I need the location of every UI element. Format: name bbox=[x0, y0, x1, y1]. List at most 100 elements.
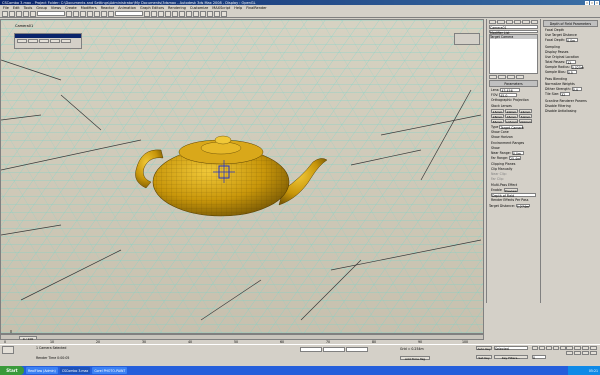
menu-graph-editors[interactable]: Graph Editors bbox=[140, 6, 164, 10]
menu-animation[interactable]: Animation bbox=[118, 6, 136, 10]
utilities-tab-icon[interactable] bbox=[530, 20, 538, 24]
env-show-checkbox[interactable]: Show bbox=[491, 146, 536, 150]
target-distance-field[interactable]: 1.274m bbox=[515, 203, 530, 209]
pivot-icon[interactable] bbox=[144, 10, 150, 17]
show-horizon-checkbox[interactable]: Show Horizon bbox=[491, 135, 536, 139]
z-coordinate-field[interactable] bbox=[346, 347, 368, 352]
time-slider[interactable]: 0 / 100 bbox=[19, 335, 37, 341]
effect-dropdown[interactable]: Depth of Field bbox=[491, 193, 536, 198]
menu-group[interactable]: Group bbox=[36, 6, 47, 10]
floating-toolbar-title[interactable] bbox=[15, 34, 81, 38]
sample-radius-field[interactable]: 0.025m bbox=[570, 65, 584, 70]
focal-depth-field[interactable]: 0.0m bbox=[566, 38, 579, 43]
parameters-rollout[interactable]: Parameters bbox=[489, 80, 538, 87]
lens-135mm-button[interactable]: 135mm bbox=[505, 119, 518, 124]
schematic-view-icon[interactable] bbox=[200, 10, 206, 17]
orthographic-checkbox[interactable]: Orthographic Projection bbox=[491, 98, 536, 102]
viewport-label[interactable]: Camera01 bbox=[15, 24, 33, 28]
far-range-field[interactable]: 25.4m bbox=[509, 156, 521, 161]
disable-antialiasing-checkbox[interactable]: Disable Antialiasing bbox=[545, 109, 596, 113]
menu-customize[interactable]: Customize bbox=[190, 6, 208, 10]
next-frame-icon[interactable] bbox=[553, 346, 559, 350]
menu-file[interactable]: File bbox=[3, 6, 9, 10]
curve-editor-icon[interactable] bbox=[193, 10, 199, 17]
modify-tab-icon[interactable] bbox=[497, 20, 505, 24]
menu-edit[interactable]: Edit bbox=[13, 6, 20, 10]
render-setup-icon[interactable] bbox=[214, 10, 220, 17]
total-passes-field[interactable]: 12 bbox=[566, 60, 577, 65]
zoom-extents-icon[interactable] bbox=[582, 346, 589, 350]
previous-frame-icon[interactable] bbox=[539, 346, 545, 350]
clip-manually-checkbox[interactable]: Clip Manually bbox=[491, 167, 536, 171]
key-filters-button[interactable]: Key Filters... bbox=[494, 355, 528, 360]
current-frame-field[interactable]: 0 bbox=[532, 355, 546, 360]
preview-button[interactable]: Preview bbox=[503, 188, 518, 193]
redo-icon[interactable] bbox=[9, 10, 15, 17]
floating-toolbar[interactable] bbox=[14, 33, 82, 49]
rotate-icon[interactable] bbox=[101, 10, 107, 17]
clock[interactable]: 05:21 bbox=[589, 369, 598, 373]
float-tool-3-icon[interactable] bbox=[39, 39, 49, 43]
add-time-tag-button[interactable]: Add Time Tag bbox=[400, 356, 430, 361]
show-end-result-icon[interactable] bbox=[498, 75, 506, 79]
menu-rendering[interactable]: Rendering bbox=[168, 6, 186, 10]
lens-50mm-button[interactable]: 50mm bbox=[519, 114, 532, 119]
make-unique-icon[interactable] bbox=[507, 75, 515, 79]
zoom-all-icon[interactable] bbox=[574, 346, 581, 350]
material-editor-icon[interactable] bbox=[207, 10, 213, 17]
y-coordinate-field[interactable] bbox=[323, 347, 345, 352]
lens-24mm-button[interactable]: 24mm bbox=[519, 109, 532, 114]
zoom-extents-all-icon[interactable] bbox=[590, 346, 597, 350]
lens-20mm-button[interactable]: 20mm bbox=[505, 109, 518, 114]
enable-checkbox[interactable]: Enable bbox=[491, 188, 502, 192]
maximize-button[interactable] bbox=[590, 0, 594, 5]
float-tool-1-icon[interactable] bbox=[17, 39, 27, 43]
dither-strength-field[interactable]: 0.4 bbox=[571, 87, 582, 92]
select-icon[interactable] bbox=[66, 10, 72, 17]
orbit-icon[interactable] bbox=[582, 351, 589, 355]
modifier-stack-item[interactable]: Target Camera bbox=[490, 35, 537, 39]
lens-15mm-button[interactable]: 15mm bbox=[491, 109, 504, 114]
rect-selection-icon[interactable] bbox=[80, 10, 86, 17]
menu-reactor[interactable]: Reactor bbox=[101, 6, 114, 10]
tile-size-field[interactable]: 32 bbox=[560, 92, 571, 97]
start-button[interactable]: Start bbox=[0, 366, 24, 375]
scale-icon[interactable] bbox=[108, 10, 114, 17]
angle-snap-icon[interactable] bbox=[158, 10, 164, 17]
close-button[interactable] bbox=[595, 0, 599, 5]
taskbar-item-photopaint[interactable]: Corel PHOTO-PAINT bbox=[92, 367, 128, 374]
menu-finalrender[interactable]: FinalRender bbox=[246, 6, 267, 10]
camera-type-dropdown[interactable]: Target Camera bbox=[499, 125, 524, 130]
reference-coordinate-dropdown[interactable] bbox=[115, 11, 143, 16]
menu-modifiers[interactable]: Modifiers bbox=[81, 6, 97, 10]
play-icon[interactable] bbox=[546, 346, 552, 350]
undo-icon[interactable] bbox=[2, 10, 8, 17]
small-floating-panel[interactable] bbox=[454, 33, 480, 45]
taskbar-item-realflow[interactable]: RealFlow (Admin) bbox=[26, 367, 58, 374]
show-cone-checkbox[interactable]: Show Cone bbox=[491, 130, 536, 134]
menu-tools[interactable]: Tools bbox=[24, 6, 33, 10]
zoom-icon[interactable] bbox=[566, 346, 573, 350]
display-tab-icon[interactable] bbox=[522, 20, 530, 24]
menu-views[interactable]: Views bbox=[51, 6, 61, 10]
sample-bias-field[interactable]: 0.5 bbox=[566, 70, 577, 75]
lens-field[interactable]: 43.456 bbox=[500, 88, 521, 93]
percent-snap-icon[interactable] bbox=[165, 10, 171, 17]
disable-filtering-checkbox[interactable]: Disable Filtering bbox=[545, 104, 596, 108]
motion-tab-icon[interactable] bbox=[513, 20, 522, 24]
minimize-button[interactable] bbox=[585, 0, 589, 5]
pan-icon[interactable] bbox=[574, 351, 581, 355]
unlink-icon[interactable] bbox=[23, 10, 29, 17]
move-icon[interactable] bbox=[94, 10, 100, 17]
normalize-weights-checkbox[interactable]: Normalize Weights bbox=[545, 82, 596, 86]
key-mode-dropdown[interactable]: Selected bbox=[494, 346, 528, 351]
selection-filter[interactable] bbox=[37, 11, 65, 16]
window-crossing-icon[interactable] bbox=[87, 10, 93, 17]
menu-maxscript[interactable]: MAXScript bbox=[212, 6, 230, 10]
float-tool-4-icon[interactable] bbox=[50, 39, 60, 43]
float-tool-2-icon[interactable] bbox=[28, 39, 38, 43]
field-of-view-icon[interactable] bbox=[566, 351, 573, 355]
snap-icon[interactable] bbox=[151, 10, 157, 17]
camera-viewport[interactable]: Camera01 bbox=[0, 19, 484, 334]
near-range-field[interactable]: 0.0m bbox=[511, 151, 524, 156]
